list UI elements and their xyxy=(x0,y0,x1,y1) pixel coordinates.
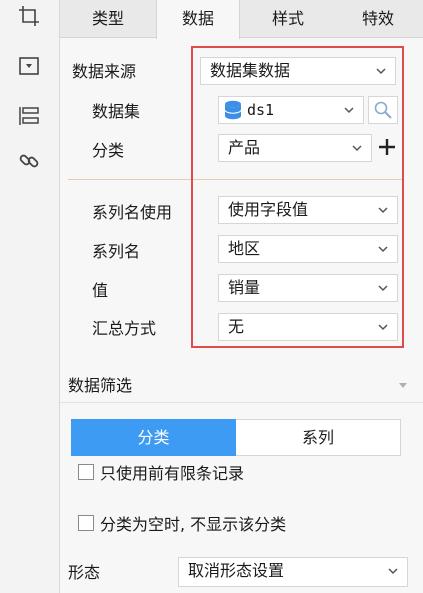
value-field-value: 销量 xyxy=(228,278,261,297)
category-value: 产品 xyxy=(228,138,261,157)
series-name-use-label: 系列名使用 xyxy=(92,203,173,222)
hide-empty-category-checkbox[interactable] xyxy=(78,515,94,531)
value-select[interactable]: 销量 xyxy=(218,274,398,302)
segment-category[interactable]: 分类 xyxy=(71,419,236,456)
tab-effects[interactable]: 特效 xyxy=(336,0,420,38)
layout-panel-icon[interactable] xyxy=(16,103,42,129)
dataset-select[interactable]: ds1 xyxy=(218,96,364,124)
tab-bar: 类型 数据 样式 特效 xyxy=(60,0,423,39)
search-icon xyxy=(374,101,392,119)
category-select[interactable]: 产品 xyxy=(218,134,372,162)
only-top-records-label: 只使用前有限条记录 xyxy=(100,464,245,483)
chevron-down-icon xyxy=(378,324,388,331)
segment-series[interactable]: 系列 xyxy=(236,419,401,456)
plus-icon xyxy=(379,139,395,155)
chevron-down-icon xyxy=(376,68,386,75)
crop-frame-icon[interactable] xyxy=(16,3,42,29)
tab-type[interactable]: 类型 xyxy=(68,0,148,38)
aggregation-select[interactable]: 无 xyxy=(218,313,398,341)
chevron-down-icon xyxy=(352,145,362,152)
aggregation-label: 汇总方式 xyxy=(92,319,157,338)
hide-empty-category-option[interactable]: 分类为空时, 不显示该分类 xyxy=(78,512,286,534)
dropdown-box-icon[interactable] xyxy=(16,53,42,79)
chevron-down-icon xyxy=(378,285,388,292)
data-filter-header[interactable]: 数据筛选 xyxy=(60,368,423,402)
chevron-down-icon xyxy=(378,246,388,253)
hide-empty-category-label: 分类为空时, 不显示该分类 xyxy=(100,515,287,534)
chevron-down-icon xyxy=(388,568,398,575)
database-icon xyxy=(224,100,242,120)
series-name-use-value: 使用字段值 xyxy=(228,200,309,219)
side-icon-rail xyxy=(0,0,60,593)
tab-style[interactable]: 样式 xyxy=(248,0,328,38)
series-name-select[interactable]: 地区 xyxy=(218,235,398,263)
series-name-use-select[interactable]: 使用字段值 xyxy=(218,196,398,224)
shape-value: 取消形态设置 xyxy=(188,561,285,580)
value-label: 值 xyxy=(92,281,109,300)
only-top-records-checkbox[interactable] xyxy=(78,464,94,480)
dataset-search-button[interactable] xyxy=(368,96,398,124)
chevron-down-icon xyxy=(344,107,354,114)
data-source-select[interactable]: 数据集数据 xyxy=(200,57,396,85)
add-category-button[interactable] xyxy=(377,137,397,157)
data-filter-title: 数据筛选 xyxy=(68,376,133,395)
section-divider xyxy=(68,179,403,180)
chevron-down-icon xyxy=(378,207,388,214)
series-name-label: 系列名 xyxy=(92,242,141,261)
category-label: 分类 xyxy=(92,141,125,160)
aggregation-value: 无 xyxy=(228,317,245,336)
series-name-value: 地区 xyxy=(228,239,261,258)
shape-label: 形态 xyxy=(68,563,101,582)
collapse-icon xyxy=(399,383,407,388)
tab-data[interactable]: 数据 xyxy=(156,0,240,39)
dataset-label: 数据集 xyxy=(92,102,141,121)
shape-select[interactable]: 取消形态设置 xyxy=(178,557,408,587)
data-source-label: 数据来源 xyxy=(72,62,137,81)
link-icon[interactable] xyxy=(16,148,42,174)
dataset-value: ds1 xyxy=(247,101,275,119)
data-source-value: 数据集数据 xyxy=(210,61,291,80)
filter-divider xyxy=(60,402,423,403)
only-top-records-option[interactable]: 只使用前有限条记录 xyxy=(78,461,244,483)
